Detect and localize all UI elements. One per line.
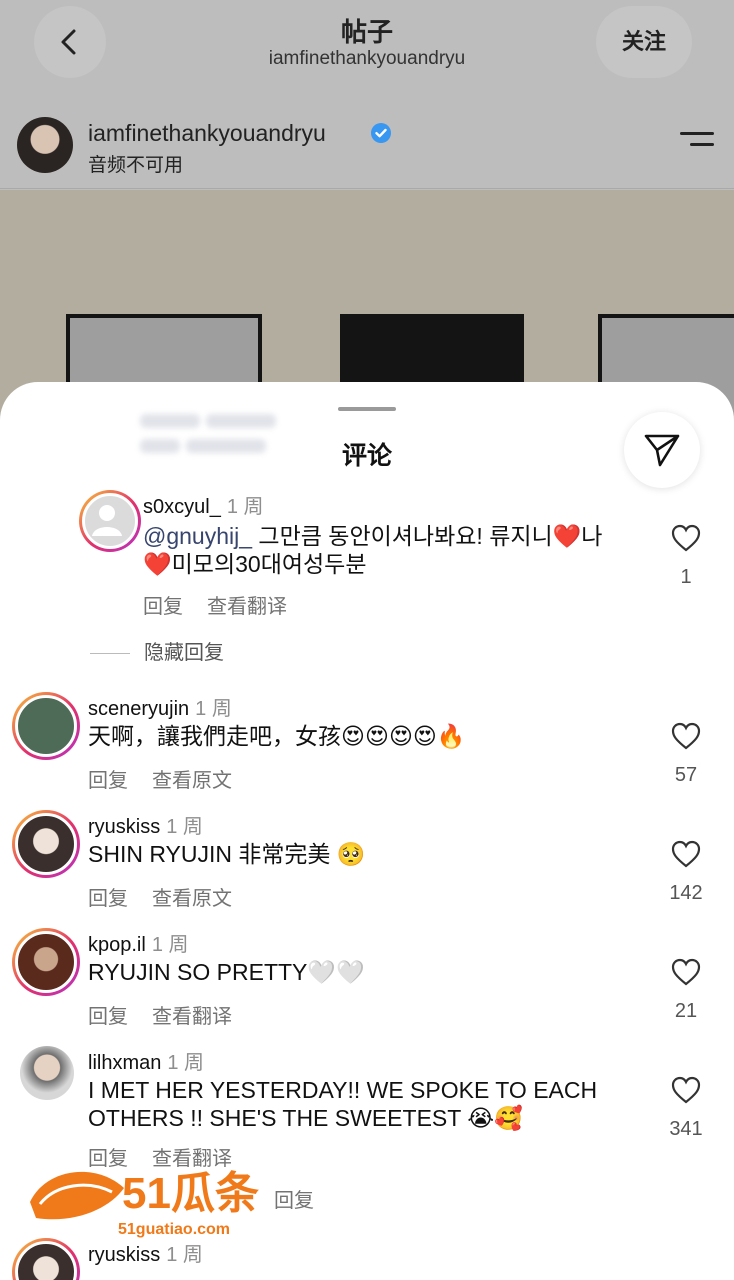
comment-text: @gnuyhij_ 그만큼 동안이셔나봐요! 류지니❤️나 ❤️미모의30대여성… <box>143 523 603 577</box>
mention-link[interactable]: @gnuyhij_ <box>143 523 252 549</box>
author-audio-status: 音频不可用 <box>88 155 184 176</box>
comment-text: SHIN RYUJIN 非常完美 🥺 <box>88 841 366 867</box>
like-heart-icon[interactable] <box>671 524 701 552</box>
post-background: 帖子 iamfinethankyouandryu 关注 iamfinethank… <box>0 0 734 420</box>
default-avatar-icon <box>92 505 122 536</box>
comment-username[interactable]: kpop.il 1 周 <box>88 928 189 957</box>
comment-avatar[interactable] <box>12 692 80 760</box>
like-count: 57 <box>674 764 698 786</box>
translate-button[interactable]: 查看原文 <box>152 888 232 910</box>
reply-button[interactable]: 回复 <box>143 596 183 618</box>
translate-button[interactable]: 查看翻译 <box>207 596 287 618</box>
comment-avatar[interactable] <box>12 810 80 878</box>
like-count: 1 <box>680 566 692 588</box>
reply-button[interactable]: 回复 <box>88 770 128 792</box>
comment-avatar[interactable] <box>20 1046 74 1100</box>
comment-time: 1 周 <box>226 496 264 518</box>
comment-text: I MET HER YESTERDAY!! WE SPOKE TO EACH OT… <box>88 1077 598 1131</box>
comment-username[interactable]: sceneryujin 1 周 <box>88 692 232 721</box>
author-row: iamfinethankyouandryu 音频不可用 <box>0 108 734 189</box>
like-count: 341 <box>669 1118 703 1140</box>
like-heart-icon[interactable] <box>671 958 701 986</box>
comment-text: RYUJIN SO PRETTY🤍🤍 <box>88 959 365 985</box>
send-icon <box>644 434 680 467</box>
comment-time: 1 周 <box>195 698 232 720</box>
like-count: 142 <box>669 882 703 904</box>
like-heart-icon[interactable] <box>671 840 701 868</box>
author-avatar[interactable] <box>17 117 73 173</box>
share-button[interactable] <box>624 412 700 488</box>
comment-username[interactable]: lilhxman 1 周 <box>88 1046 204 1075</box>
comment-actions: 回复 查看原文 <box>88 764 256 793</box>
comment-time: 1 周 <box>166 816 203 838</box>
like-heart-icon[interactable] <box>671 1076 701 1104</box>
comment-username[interactable]: ryuskiss 1 周 <box>88 1238 203 1267</box>
translate-button[interactable]: 查看翻译 <box>152 1006 232 1028</box>
translate-button[interactable]: 查看原文 <box>152 770 232 792</box>
comment-avatar[interactable] <box>12 1238 80 1280</box>
top-bar: 帖子 iamfinethankyouandryu 关注 <box>0 0 734 95</box>
comment-avatar[interactable] <box>79 490 141 552</box>
author-username[interactable]: iamfinethankyouandryu <box>88 120 326 147</box>
comment-username[interactable]: ryuskiss 1 周 <box>88 810 203 839</box>
comment-username[interactable]: s0xcyul_ 1 周 <box>143 490 264 519</box>
comment-time: 1 周 <box>166 1244 203 1266</box>
like-count: 21 <box>674 1000 698 1022</box>
verified-badge-icon <box>371 123 391 143</box>
comment-actions: 回复 查看原文 <box>88 882 256 911</box>
comments-sheet: 评论 s0xcyul_ 1 周 @gnuyhij_ 그만큼 동안이셔나봐요! 류지… <box>0 382 734 1280</box>
comment-actions: 回复 查看翻译 <box>88 1000 256 1029</box>
comment-time: 1 周 <box>167 1052 205 1074</box>
watermark-logo: 51瓜条 51guatiao.com <box>26 1158 286 1238</box>
watermark-graphic: 51瓜条 51guatiao.com <box>30 1169 259 1238</box>
comment-avatar[interactable] <box>12 928 80 996</box>
sheet-grabber[interactable] <box>338 407 396 411</box>
like-heart-icon[interactable] <box>671 722 701 750</box>
menu-icon[interactable] <box>680 132 714 154</box>
svg-text:51瓜条: 51瓜条 <box>122 1169 259 1218</box>
reply-button[interactable]: 回复 <box>88 1006 128 1028</box>
follow-button[interactable]: 关注 <box>596 6 692 78</box>
comment-actions: 回复 查看翻译 <box>143 590 311 619</box>
hide-replies-button[interactable]: 隐藏回复 <box>90 636 224 665</box>
svg-text:51guatiao.com: 51guatiao.com <box>118 1221 230 1238</box>
comment-time: 1 周 <box>151 934 189 956</box>
reply-button[interactable]: 回复 <box>88 888 128 910</box>
comment-text: 天啊，讓我們走吧，女孩😍😍😍😍🔥 <box>88 723 466 749</box>
